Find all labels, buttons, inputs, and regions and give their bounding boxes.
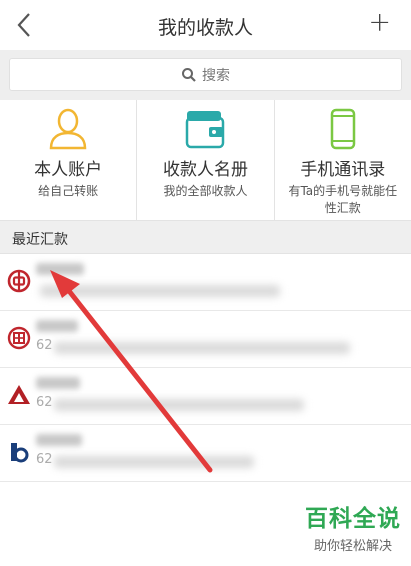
search-icon (182, 67, 196, 82)
watermark-title: 百科全说 (305, 506, 401, 532)
blurred-payee-name (36, 320, 78, 332)
search-placeholder: 搜索 (202, 67, 230, 84)
account-number-prefix: 62 (36, 452, 53, 467)
blurred-account-info (40, 285, 280, 297)
header-bar: 我的收款人 + (0, 0, 411, 50)
shortcut-payee-list[interactable]: 收款人名册 我的全部收款人 (137, 100, 275, 220)
list-item[interactable] (0, 254, 411, 311)
wallet-icon (186, 111, 225, 149)
blurred-account-info (54, 399, 304, 411)
list-item[interactable]: 62 (0, 311, 411, 368)
shortcut-own-account[interactable]: 本人账户 给自己转账 (0, 100, 138, 220)
shortcut-subtitle: 给自己转账 (38, 184, 99, 198)
blurred-payee-name (36, 263, 84, 275)
bocom-icon (11, 443, 29, 463)
list-item[interactable]: 62 (0, 425, 411, 482)
account-number-prefix: 62 (36, 338, 53, 353)
add-payee-button[interactable]: + (368, 8, 391, 38)
ccb-icon (8, 385, 30, 404)
shortcut-phone-contacts[interactable]: 手机通讯录 有Ta的手机号就能任性汇款 (275, 100, 411, 220)
watermark: 百科全说 助你轻松解决 (305, 499, 401, 554)
recent-transfers-heading: 最近汇款 (0, 221, 411, 254)
blurred-account-info (54, 456, 254, 468)
shortcut-title: 手机通讯录 (300, 160, 386, 180)
person-icon (49, 108, 87, 150)
phone-icon (330, 108, 356, 150)
shortcut-subtitle: 我的全部收款人 (163, 184, 248, 198)
shortcut-grid: 本人账户 给自己转账 收款人名册 我的全部收款人 手机通讯录 有Ta的手机号就能… (0, 100, 411, 221)
recent-transfers-list: 62 62 62 (0, 254, 411, 482)
shortcut-subtitle: 有Ta的手机号就能任性汇款 (288, 184, 398, 215)
blurred-account-info (54, 342, 350, 354)
account-number-prefix: 62 (36, 395, 53, 410)
icbc-icon (7, 326, 31, 350)
page-title: 我的收款人 (157, 17, 253, 39)
shortcut-title: 本人账户 (34, 160, 103, 180)
bank-of-china-icon (7, 269, 31, 293)
shortcut-title: 收款人名册 (162, 160, 248, 180)
list-item[interactable]: 62 (0, 368, 411, 425)
search-bar: 搜索 (0, 50, 411, 100)
blurred-payee-name (36, 434, 82, 446)
search-input[interactable]: 搜索 (9, 58, 402, 91)
blurred-payee-name (36, 377, 80, 389)
watermark-subtitle: 助你轻松解决 (313, 539, 392, 554)
